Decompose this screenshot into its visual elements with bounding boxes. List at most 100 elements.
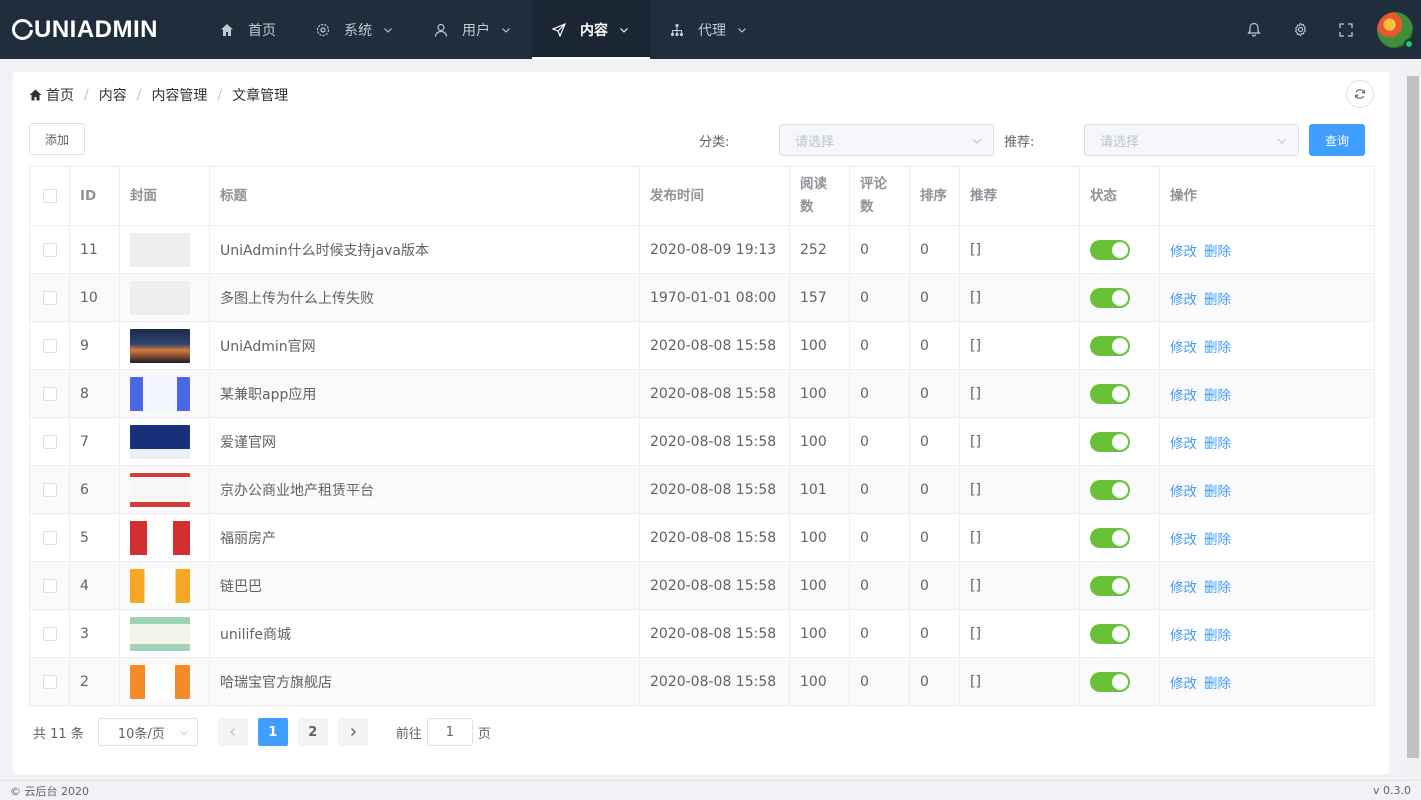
refresh-button[interactable] xyxy=(1346,80,1374,108)
top-navbar: UNIADMIN 首页 系统 用户 内容 代理 xyxy=(0,0,1421,59)
next-page-button[interactable] xyxy=(337,718,368,746)
nav-item-2[interactable]: 用户 xyxy=(414,0,532,59)
nav-item-4[interactable]: 代理 xyxy=(650,0,768,59)
cell-select xyxy=(30,274,70,321)
notification-bell-icon[interactable] xyxy=(1231,0,1277,59)
refresh-icon xyxy=(1355,89,1365,99)
cell-sort: 0 xyxy=(910,514,960,561)
page-size-select[interactable]: 10条/页 xyxy=(97,718,198,746)
status-toggle[interactable] xyxy=(1090,527,1130,548)
cell-reads: 100 xyxy=(790,322,850,369)
edit-link[interactable]: 修改 xyxy=(1170,624,1197,644)
breadcrumb-content-manage[interactable]: 内容管理 xyxy=(151,85,207,105)
cell-actions: 修改 删除 xyxy=(1160,226,1374,273)
status-toggle[interactable] xyxy=(1090,479,1130,500)
edit-link[interactable]: 修改 xyxy=(1170,288,1197,308)
cell-id: 5 xyxy=(70,514,120,561)
page-scrollbar-thumb[interactable] xyxy=(1407,76,1419,758)
main-nav: 首页 系统 用户 内容 代理 xyxy=(200,0,768,59)
column-header-id[interactable]: ID xyxy=(70,167,120,225)
row-checkbox[interactable] xyxy=(42,626,57,641)
delete-link[interactable]: 删除 xyxy=(1204,480,1231,500)
breadcrumb-separator: / xyxy=(84,87,89,103)
delete-link[interactable]: 删除 xyxy=(1204,432,1231,452)
status-toggle[interactable] xyxy=(1090,671,1130,692)
settings-gear-icon[interactable] xyxy=(1277,0,1323,59)
query-button[interactable]: 查询 xyxy=(1309,124,1365,156)
edit-link[interactable]: 修改 xyxy=(1170,528,1197,548)
breadcrumb-content[interactable]: 内容 xyxy=(99,85,127,105)
delete-link[interactable]: 删除 xyxy=(1204,672,1231,692)
nav-item-1[interactable]: 系统 xyxy=(296,0,414,59)
nav-item-label: 首页 xyxy=(248,22,276,39)
cover-thumbnail xyxy=(130,616,190,651)
delete-link[interactable]: 删除 xyxy=(1204,336,1231,356)
row-checkbox[interactable] xyxy=(42,674,57,689)
edit-link[interactable]: 修改 xyxy=(1170,240,1197,260)
cell-recommend: [] xyxy=(960,370,1080,417)
cell-select xyxy=(30,514,70,561)
nav-item-label: 代理 xyxy=(698,22,726,39)
delete-link[interactable]: 删除 xyxy=(1204,624,1231,644)
column-header-comments: 评论数 xyxy=(850,167,910,225)
row-checkbox[interactable] xyxy=(42,386,57,401)
page-button-2[interactable]: 2 xyxy=(297,718,328,746)
row-checkbox[interactable] xyxy=(42,530,57,545)
cell-title: 多图上传为什么上传失败 xyxy=(210,274,640,321)
user-avatar[interactable] xyxy=(1377,11,1414,49)
edit-link[interactable]: 修改 xyxy=(1170,672,1197,692)
cell-reads: 252 xyxy=(790,226,850,273)
prev-page-button[interactable] xyxy=(217,718,248,746)
status-toggle[interactable] xyxy=(1090,575,1130,596)
delete-link[interactable]: 删除 xyxy=(1204,384,1231,404)
cell-cover xyxy=(120,658,210,705)
row-checkbox[interactable] xyxy=(42,434,57,449)
delete-link[interactable]: 删除 xyxy=(1204,528,1231,548)
nav-item-0[interactable]: 首页 xyxy=(200,0,296,59)
row-checkbox[interactable] xyxy=(42,338,57,353)
category-select[interactable]: 请选择 xyxy=(779,124,994,156)
cell-reads: 100 xyxy=(790,370,850,417)
edit-link[interactable]: 修改 xyxy=(1170,336,1197,356)
cell-title: unilife商城 xyxy=(210,610,640,657)
cell-publish-time: 2020-08-09 19:13 xyxy=(640,226,790,273)
edit-link[interactable]: 修改 xyxy=(1170,576,1197,596)
cell-sort: 0 xyxy=(910,370,960,417)
edit-link[interactable]: 修改 xyxy=(1170,432,1197,452)
edit-link[interactable]: 修改 xyxy=(1170,480,1197,500)
status-toggle[interactable] xyxy=(1090,335,1130,356)
app-logo[interactable]: UNIADMIN xyxy=(0,0,200,59)
add-button[interactable]: 添加 xyxy=(29,123,85,155)
cover-thumbnail xyxy=(130,376,190,411)
cell-publish-time: 2020-08-08 15:58 xyxy=(640,610,790,657)
delete-link[interactable]: 删除 xyxy=(1204,288,1231,308)
status-toggle[interactable] xyxy=(1090,287,1130,308)
status-toggle[interactable] xyxy=(1090,623,1130,644)
row-checkbox[interactable] xyxy=(42,578,57,593)
status-toggle[interactable] xyxy=(1090,239,1130,260)
page-button-1[interactable]: 1 xyxy=(257,718,288,746)
goto-page-input[interactable]: 1 xyxy=(426,718,473,746)
delete-link[interactable]: 删除 xyxy=(1204,240,1231,260)
edit-link[interactable]: 修改 xyxy=(1170,384,1197,404)
cell-sort: 0 xyxy=(910,418,960,465)
cell-actions: 修改 删除 xyxy=(1160,514,1374,561)
cell-comments: 0 xyxy=(850,610,910,657)
status-toggle[interactable] xyxy=(1090,431,1130,452)
status-toggle[interactable] xyxy=(1090,383,1130,404)
recommend-filter-label: 推荐: xyxy=(1004,135,1035,150)
delete-link[interactable]: 删除 xyxy=(1204,576,1231,596)
cell-recommend: [] xyxy=(960,466,1080,513)
recommend-select[interactable]: 请选择 xyxy=(1084,124,1299,156)
cover-thumbnail xyxy=(130,568,190,603)
select-all-checkbox[interactable] xyxy=(42,189,57,203)
row-checkbox[interactable] xyxy=(42,482,57,497)
cover-thumbnail xyxy=(130,280,190,315)
nav-item-3[interactable]: 内容 xyxy=(532,0,650,59)
cell-comments: 0 xyxy=(850,658,910,705)
fullscreen-icon[interactable] xyxy=(1323,0,1369,59)
row-checkbox[interactable] xyxy=(42,242,57,257)
cover-thumbnail xyxy=(130,520,190,555)
row-checkbox[interactable] xyxy=(42,290,57,305)
breadcrumb-home[interactable]: 首页 xyxy=(29,85,74,105)
